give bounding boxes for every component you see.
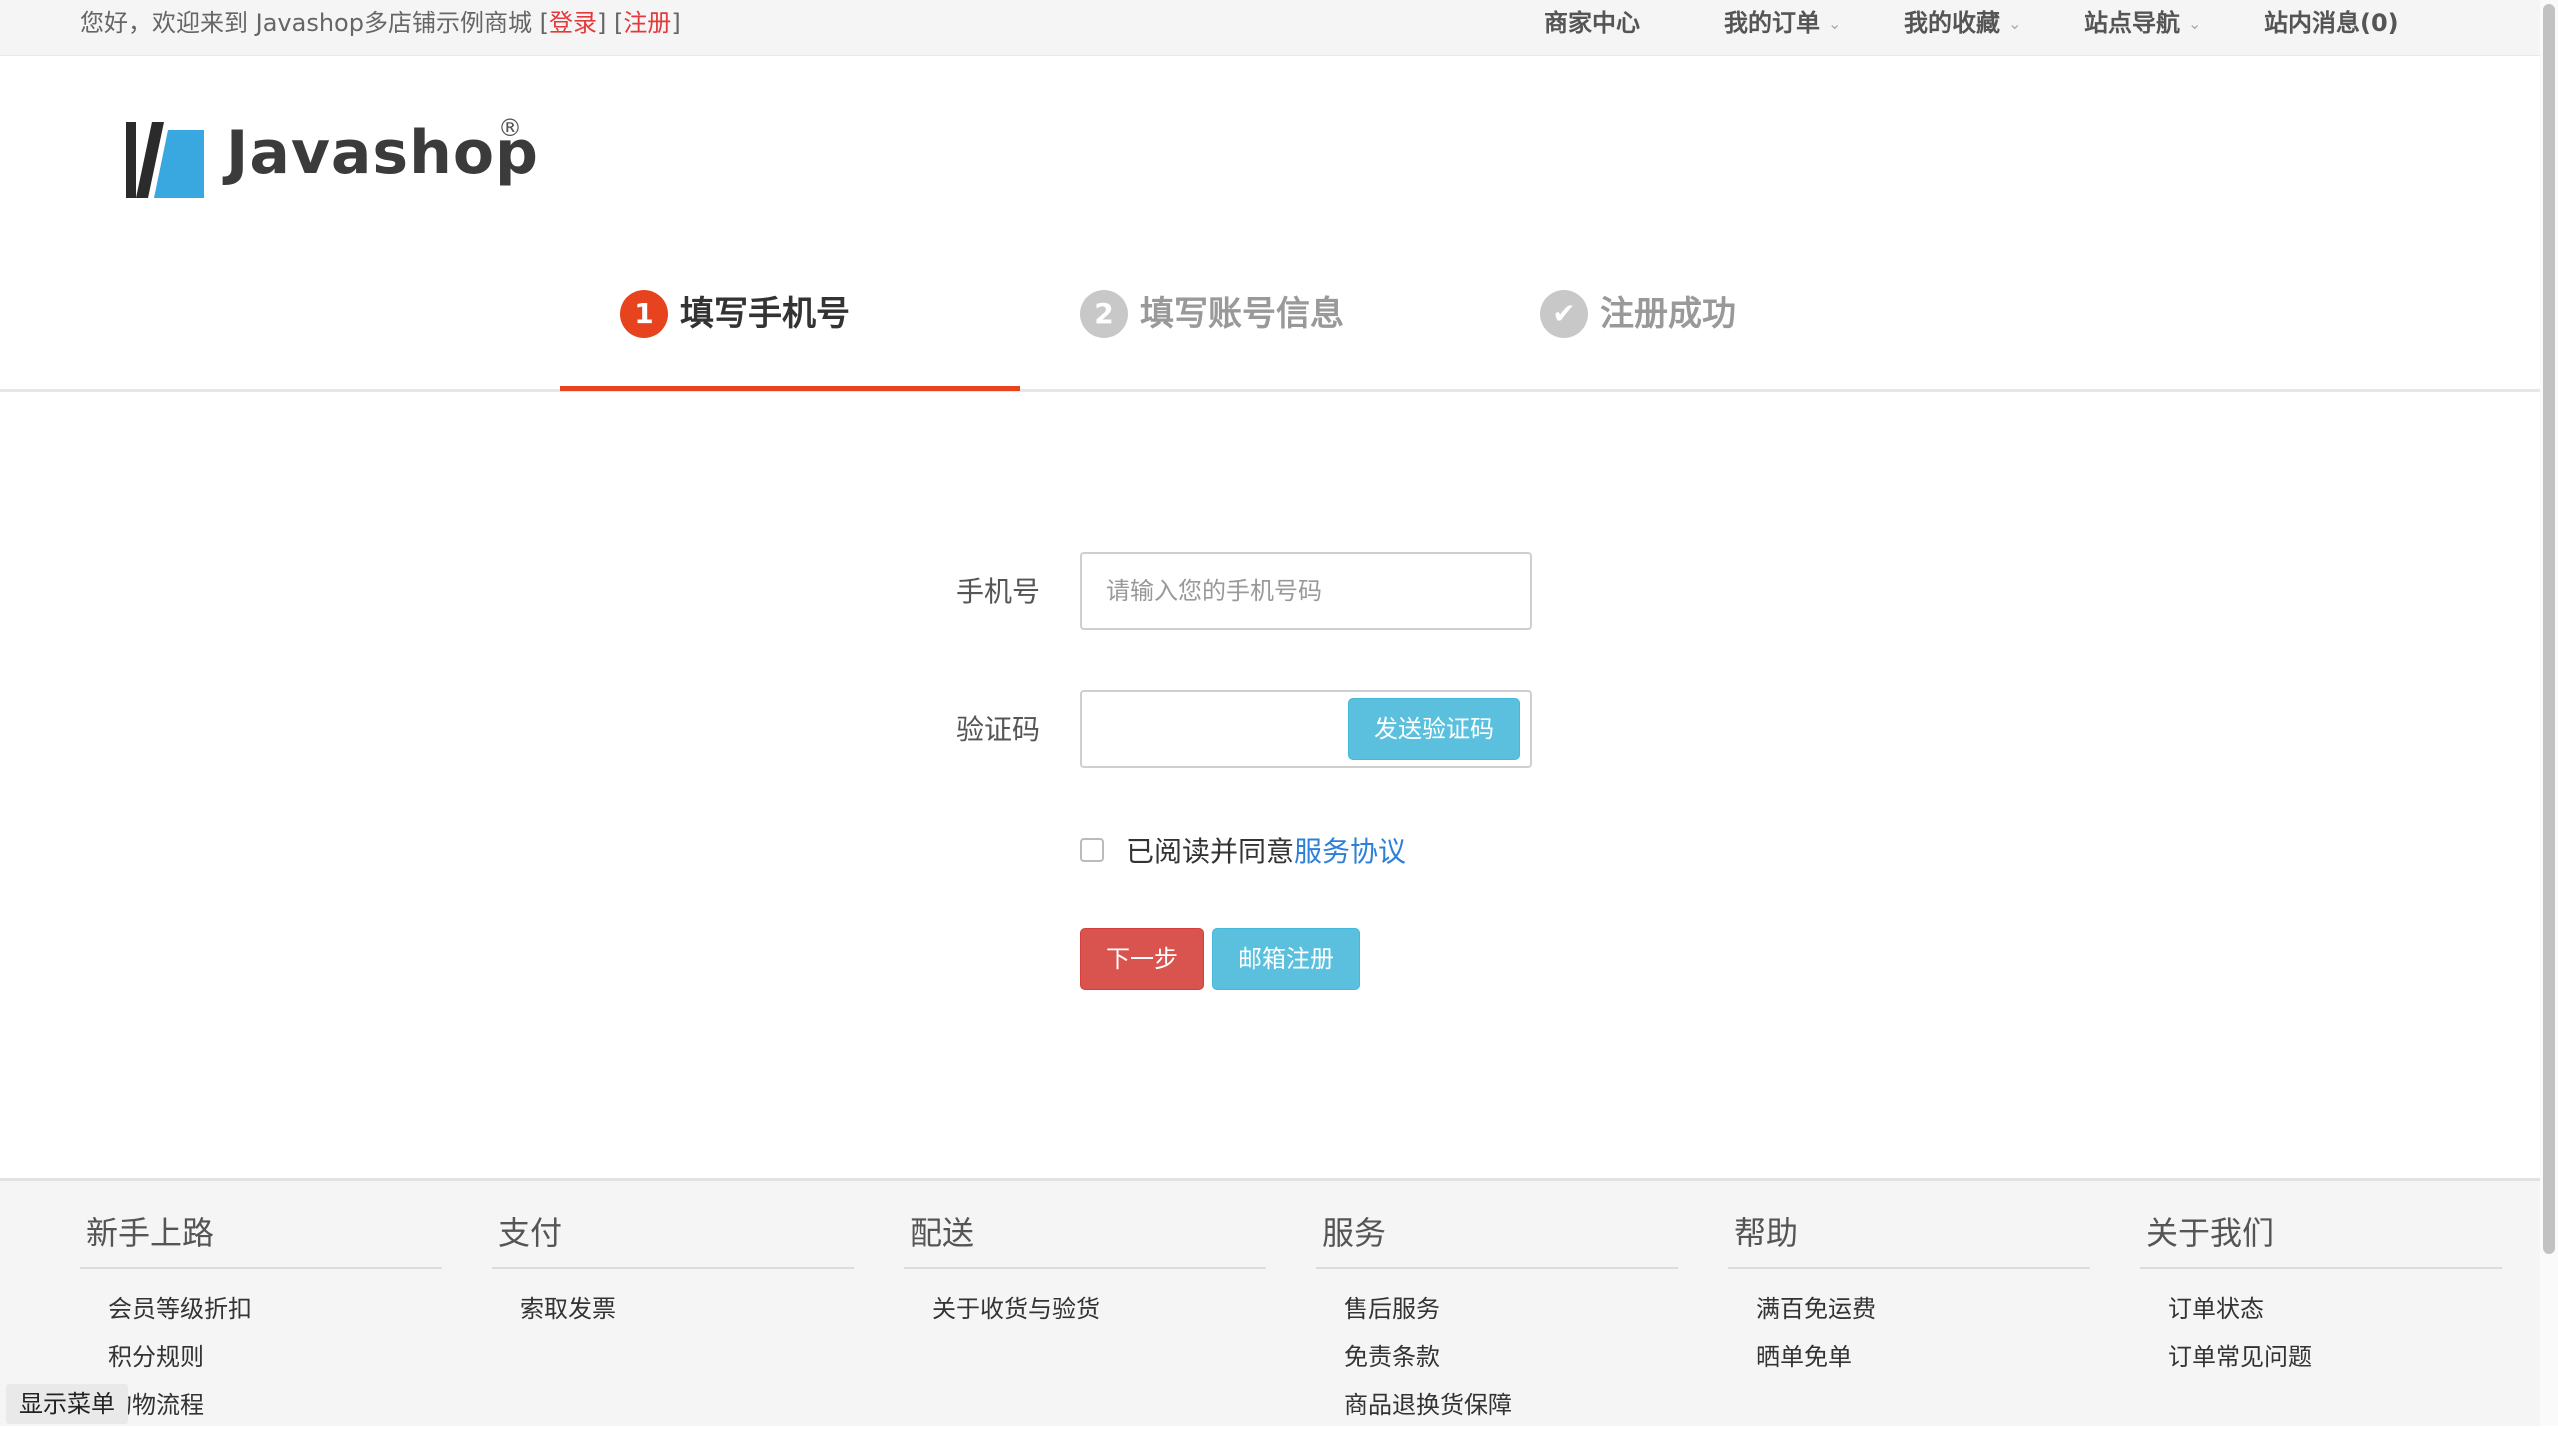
footer-link[interactable]: 晒单免单 xyxy=(1756,1333,2090,1381)
next-step-button[interactable]: 下一步 xyxy=(1080,928,1204,990)
chevron-down-icon: ⌄ xyxy=(2188,14,2202,33)
footer-column-title: 新手上路 xyxy=(80,1213,442,1269)
nav-label: 商家中心 xyxy=(1544,9,1640,37)
step-number: 1 xyxy=(620,290,668,338)
footer-link[interactable]: 订单常见问题 xyxy=(2168,1333,2502,1381)
step-number: 2 xyxy=(1080,290,1128,338)
step-label: 注册成功 xyxy=(1600,294,1736,334)
footer-column-service: 服务 售后服务 免责条款 商品退换货保障 xyxy=(1316,1213,1678,1429)
step-label: 填写手机号 xyxy=(680,294,850,334)
footer-link[interactable]: 商品退换货保障 xyxy=(1344,1381,1678,1429)
footer-link[interactable]: 会员等级折扣 xyxy=(108,1285,442,1333)
phone-input[interactable] xyxy=(1080,552,1532,630)
footer-link[interactable]: 索取发票 xyxy=(520,1285,854,1333)
registration-steps: 1 填写手机号 2 填写账号信息 ✔ 注册成功 xyxy=(0,268,2540,392)
scrollbar-thumb[interactable] xyxy=(2543,4,2555,1254)
active-step-indicator xyxy=(560,386,1020,391)
bracket-separator: ] [ xyxy=(596,9,624,37)
code-label: 验证码 xyxy=(956,713,1041,746)
check-icon: ✔ xyxy=(1540,290,1588,338)
step-label: 填写账号信息 xyxy=(1140,294,1344,334)
footer-column-delivery: 配送 关于收货与验货 xyxy=(904,1213,1266,1333)
nav-site-navigation[interactable]: 站点导航 ⌄ xyxy=(2084,0,2201,49)
footer: 新手上路 会员等级折扣 积分规则 购物流程 支付 索取发票 配送 关于收货与验货… xyxy=(0,1178,2540,1426)
footer-link[interactable]: 购物流程 xyxy=(108,1381,442,1429)
nav-label: 我的订单 xyxy=(1724,9,1820,37)
nav-label: 我的收藏 xyxy=(1904,9,2000,37)
top-bar: 您好，欢迎来到 Javashop多店铺示例商城 [登录] [注册] 商家中心 我… xyxy=(0,0,2540,56)
nav-seller-center[interactable]: 商家中心 xyxy=(1544,0,1640,46)
footer-column-newbie: 新手上路 会员等级折扣 积分规则 购物流程 xyxy=(80,1213,442,1429)
footer-column-title: 帮助 xyxy=(1728,1213,2090,1269)
bracket-close: ] xyxy=(671,9,681,37)
login-link[interactable]: 登录 xyxy=(549,9,597,37)
nav-my-favorites[interactable]: 我的收藏 ⌄ xyxy=(1904,0,2021,49)
logo-text: Javashop xyxy=(226,118,540,188)
register-link[interactable]: 注册 xyxy=(623,9,671,37)
footer-column-help: 帮助 满百免运费 晒单免单 xyxy=(1728,1213,2090,1381)
agree-statement: 已阅读并同意服务协议 xyxy=(1126,830,1406,870)
footer-column-about: 关于我们 订单状态 订单常见问题 xyxy=(2140,1213,2502,1381)
footer-column-payment: 支付 索取发票 xyxy=(492,1213,854,1333)
nav-label: 站内消息(0) xyxy=(2264,9,2399,37)
chevron-down-icon: ⌄ xyxy=(2008,14,2022,33)
footer-link[interactable]: 订单状态 xyxy=(2168,1285,2502,1333)
footer-link[interactable]: 免责条款 xyxy=(1344,1333,1678,1381)
registered-mark: ® xyxy=(498,114,522,142)
footer-column-title: 关于我们 xyxy=(2140,1213,2502,1269)
email-register-button[interactable]: 邮箱注册 xyxy=(1212,928,1360,990)
footer-column-title: 服务 xyxy=(1316,1213,1678,1269)
footer-link[interactable]: 关于收货与验货 xyxy=(932,1285,1266,1333)
send-code-button[interactable]: 发送验证码 xyxy=(1348,698,1520,760)
service-agreement-link[interactable]: 服务协议 xyxy=(1294,835,1406,868)
footer-link[interactable]: 满百免运费 xyxy=(1756,1285,2090,1333)
footer-column-title: 配送 xyxy=(904,1213,1266,1269)
nav-my-orders[interactable]: 我的订单 ⌄ xyxy=(1724,0,1841,49)
welcome-text: 您好，欢迎来到 Javashop多店铺示例商城 [ xyxy=(80,9,549,37)
footer-link[interactable]: 积分规则 xyxy=(108,1333,442,1381)
nav-label: 站点导航 xyxy=(2084,9,2180,37)
footer-column-title: 支付 xyxy=(492,1213,854,1269)
welcome-message: 您好，欢迎来到 Javashop多店铺示例商城 [登录] [注册] xyxy=(80,0,681,46)
chevron-down-icon: ⌄ xyxy=(1828,14,1842,33)
footer-link[interactable]: 售后服务 xyxy=(1344,1285,1678,1333)
phone-label: 手机号 xyxy=(956,575,1041,608)
agree-checkbox[interactable] xyxy=(1080,838,1104,862)
javashop-logo-icon xyxy=(126,122,204,198)
agree-text: 已阅读并同意 xyxy=(1126,835,1295,868)
nav-site-messages[interactable]: 站内消息(0) xyxy=(2264,0,2399,46)
show-menu-button[interactable]: 显示菜单 xyxy=(6,1384,128,1424)
